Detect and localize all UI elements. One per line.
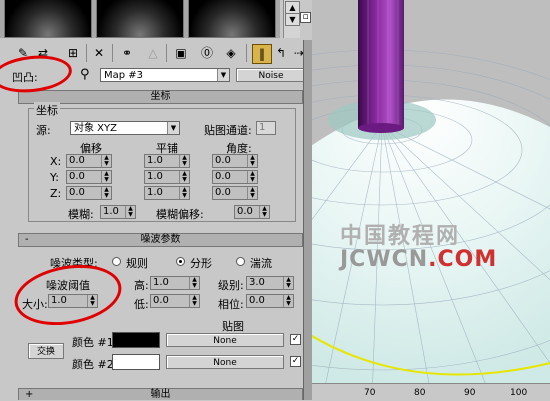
color1-map-checkbox[interactable]: ✓ — [290, 334, 301, 345]
noise-type-regular-label: 规则 — [126, 257, 148, 270]
offset-y-spinner[interactable]: 0.0 ▲ ▼ — [66, 170, 112, 184]
levels-spinner[interactable]: 3.0 ▲ ▼ — [246, 276, 294, 290]
axis-label-y: Y: — [50, 171, 59, 184]
chevron-down-icon: ▼ — [167, 122, 179, 134]
offset-x-spinner[interactable]: 0.0 ▲ ▼ — [66, 154, 112, 168]
sample-slot-2[interactable] — [96, 0, 184, 38]
scroll-down-icon[interactable]: ▼ — [285, 13, 300, 26]
map-name-field[interactable]: Map #3 ▼ — [100, 68, 230, 82]
material-editor-panel: ▲ ▼ ▫ ✎ ⇄ ⊞ ✕ ⚭ △ ▣ ⓪ ◈ ‖ ↰ ⇢ 凹凸: ⚲ Map … — [0, 0, 312, 400]
color2-map-checkbox[interactable]: ✓ — [290, 356, 301, 367]
blur-spinner[interactable]: 1.0 ▲ ▼ — [100, 205, 136, 219]
output-rollout-header[interactable]: + 输出 — [18, 388, 303, 400]
chevron-down-icon: ▼ — [217, 69, 229, 81]
map-channel-label: 贴图通道: — [204, 124, 252, 137]
high-spinner[interactable]: 1.0 ▲ ▼ — [150, 276, 200, 290]
noise-type-fractal-radio[interactable] — [176, 257, 185, 266]
angle-y-spinner[interactable]: 0.0 ▲ ▼ — [212, 170, 258, 184]
show-map-icon[interactable]: ◈ — [222, 44, 240, 62]
axis-label-x: X: — [50, 155, 62, 168]
map-type-button[interactable]: Noise — [236, 68, 306, 82]
source-label: 源: — [36, 124, 51, 137]
color2-map-button[interactable]: None — [166, 355, 284, 369]
assign-material-icon[interactable]: ⊞ — [64, 44, 82, 62]
blur-offset-spinner[interactable]: 0.0 ▲ ▼ — [234, 205, 270, 219]
color1-label: 颜色 #1 — [72, 336, 114, 349]
color1-swatch[interactable] — [112, 332, 160, 348]
sample-slot-1[interactable] — [4, 0, 92, 38]
reset-icon[interactable]: ✕ — [90, 44, 108, 62]
coordinates-group-title: 坐标 — [34, 102, 60, 118]
tiling-z-spinner[interactable]: 1.0 ▲ ▼ — [144, 186, 190, 200]
sample-slot-3[interactable] — [188, 0, 276, 38]
color2-swatch[interactable] — [112, 354, 160, 370]
coordinates-rollout-header[interactable]: 坐标 — [18, 90, 303, 104]
axis-label-z: Z: — [50, 187, 62, 200]
go-to-parent-icon[interactable]: ↰ — [272, 44, 290, 62]
watermark-text-url: JCWCN.COM — [340, 247, 498, 272]
ruler-tick-label: 70 — [364, 388, 376, 398]
low-spinner[interactable]: 0.0 ▲ ▼ — [150, 294, 200, 308]
ruler-tick-label: 100 — [510, 388, 528, 398]
tiling-y-spinner[interactable]: 1.0 ▲ ▼ — [144, 170, 190, 184]
unique-icon[interactable]: △ — [144, 44, 162, 62]
color1-map-button[interactable]: None — [166, 333, 284, 347]
sample-slots — [0, 0, 280, 38]
copy-icon[interactable]: ⚭ — [118, 44, 136, 62]
high-label: 高: — [134, 279, 149, 292]
ruler-tick-label: 80 — [414, 388, 426, 398]
noise-type-turbulence-radio[interactable] — [236, 257, 245, 266]
offset-z-spinner[interactable]: 0.0 ▲ ▼ — [66, 186, 112, 200]
blur-offset-label: 模糊偏移: — [156, 208, 204, 221]
color2-label: 颜色 #2 — [72, 358, 114, 371]
put-to-library-icon[interactable]: ▣ — [172, 44, 190, 62]
watermark-text-cn: 中国教程网 — [340, 224, 461, 249]
annotation-circle-size — [9, 257, 127, 333]
source-dropdown[interactable]: 对象 XYZ ▼ — [70, 121, 180, 135]
noise-params-rollout-header[interactable]: - 噪波参数 — [18, 233, 303, 247]
timeline-ruler[interactable]: 70 80 90 100 — [312, 383, 550, 401]
angle-x-spinner[interactable]: 0.0 ▲ ▼ — [212, 154, 258, 168]
low-label: 低: — [134, 298, 149, 311]
material-id-icon[interactable]: ⓪ — [198, 44, 216, 62]
3d-viewport[interactable] — [312, 0, 550, 400]
noise-type-fractal-label: 分形 — [190, 257, 212, 270]
sample-slots-scrollbar[interactable]: ▲ ▼ — [283, 0, 300, 38]
noise-type-regular-radio[interactable] — [112, 257, 121, 266]
swap-button[interactable]: 交换 — [28, 343, 64, 359]
eyedropper-icon[interactable]: ⚲ — [80, 67, 90, 82]
map-channel-spinner[interactable]: 1 — [256, 121, 276, 135]
ruler-tick-label: 90 — [464, 388, 476, 398]
noise-type-turbulence-label: 湍流 — [250, 257, 272, 270]
background-icon[interactable]: ▫ — [300, 12, 311, 23]
tiling-x-spinner[interactable]: 1.0 ▲ ▼ — [144, 154, 190, 168]
phase-label: 相位: — [218, 298, 244, 311]
blur-label: 模糊: — [68, 208, 94, 221]
viewport-render — [312, 0, 550, 400]
levels-label: 级别: — [218, 279, 244, 292]
phase-spinner[interactable]: 0.0 ▲ ▼ — [246, 294, 294, 308]
angle-z-spinner[interactable]: 0.0 ▲ ▼ — [212, 186, 258, 200]
maps-label: 贴图 — [222, 320, 244, 333]
show-end-result-icon[interactable]: ‖ — [252, 44, 272, 64]
